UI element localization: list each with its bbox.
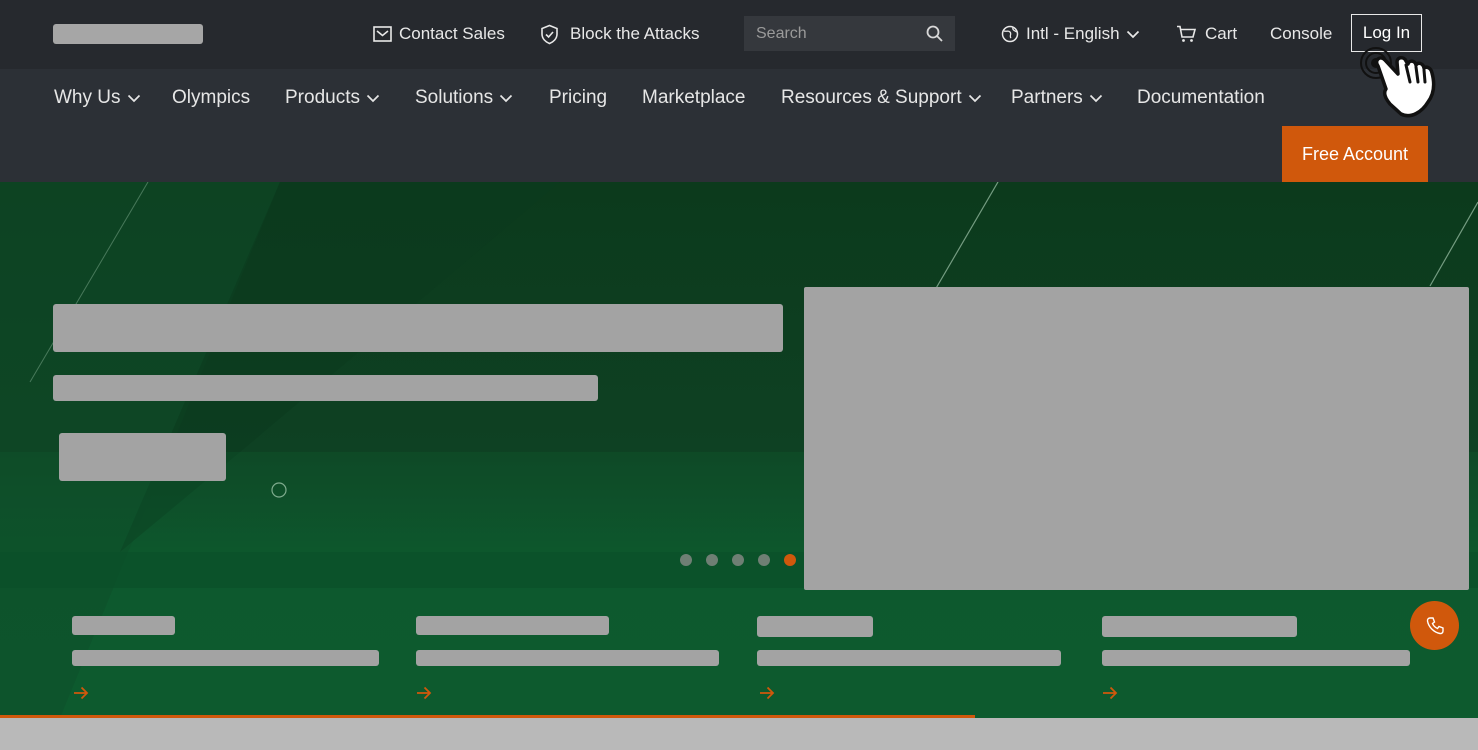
nav-item-label: Solutions (415, 87, 494, 108)
chevron-down-icon (968, 94, 981, 102)
hero-subtitle-placeholder (53, 375, 598, 401)
chevron-down-icon (366, 94, 380, 102)
nav-item-label: Resources & Support (781, 87, 962, 108)
arrow-right-icon[interactable] (1102, 686, 1118, 700)
carousel-dot-active[interactable] (784, 554, 796, 566)
nav-item-pricing[interactable]: Pricing (549, 86, 607, 110)
phone-icon (1426, 616, 1444, 634)
chevron-down-icon (1089, 94, 1102, 102)
hero-image-placeholder (804, 287, 1469, 590)
nav-item-label: Products (285, 87, 360, 108)
hero-title-placeholder (53, 304, 783, 352)
nav-item-label: Marketplace (642, 87, 746, 108)
feature-card-text-placeholder (72, 650, 379, 666)
nav-item-label: Partners (1011, 87, 1083, 108)
nav-item-partners[interactable]: Partners (1011, 86, 1103, 110)
carousel-dot[interactable] (680, 554, 692, 566)
contact-sales-label: Contact Sales (399, 24, 505, 43)
chevron-down-icon (1126, 30, 1139, 38)
search-icon[interactable] (926, 25, 943, 42)
nav-item-why-us[interactable]: Why Us (54, 86, 141, 110)
nav-item-products[interactable]: Products (285, 86, 380, 110)
console-label: Console (1270, 24, 1333, 43)
cart-label: Cart (1205, 24, 1238, 43)
feature-card-title-placeholder (757, 616, 873, 637)
site-logo[interactable] (53, 24, 203, 44)
shield-check-icon (541, 24, 558, 44)
carousel-dot[interactable] (706, 554, 718, 566)
feature-card-title-placeholder (416, 616, 609, 635)
next-section-strip (0, 718, 1478, 750)
hand-pointer-icon (1360, 47, 1436, 118)
cart-link[interactable]: Cart (1176, 22, 1237, 46)
carousel-dot[interactable] (758, 554, 770, 566)
hero-cta-placeholder[interactable] (59, 433, 226, 481)
feature-card-text-placeholder (416, 650, 719, 666)
cart-icon (1177, 25, 1196, 42)
nav-item-label: Olympics (172, 87, 251, 108)
nav-item-marketplace[interactable]: Marketplace (642, 86, 746, 110)
carousel-dots (680, 554, 796, 566)
search-input[interactable]: Search (756, 25, 926, 43)
feature-card-title-placeholder (72, 616, 175, 635)
nav-item-label: Pricing (549, 87, 608, 108)
block-attacks-label: Block the Attacks (570, 24, 700, 43)
contact-sales-link[interactable]: Contact Sales (373, 22, 505, 46)
nav-item-olympics[interactable]: Olympics (172, 86, 250, 110)
block-attacks-link[interactable]: Block the Attacks (540, 22, 699, 46)
feature-card-title-placeholder (1102, 616, 1297, 637)
mail-icon (373, 25, 392, 42)
nav-item-documentation[interactable]: Documentation (1137, 86, 1265, 110)
console-link[interactable]: Console (1270, 22, 1332, 46)
arrow-right-icon[interactable] (73, 686, 89, 700)
feature-card-text-placeholder (757, 650, 1061, 666)
chevron-down-icon (127, 94, 140, 102)
top-bar: Contact Sales Block the Attacks Search I… (0, 0, 1478, 69)
feature-card-text-placeholder (1102, 650, 1410, 666)
nav-item-label: Documentation (1137, 87, 1265, 108)
language-label: Intl - English (1026, 24, 1120, 43)
language-selector[interactable]: Intl - English (1001, 22, 1140, 46)
search-box[interactable]: Search (744, 16, 955, 51)
chevron-down-icon (500, 94, 513, 102)
nav-item-label: Why Us (54, 87, 121, 108)
arrow-right-icon[interactable] (759, 686, 775, 700)
globe-icon (1001, 25, 1019, 43)
arrow-right-icon[interactable] (416, 686, 432, 700)
nav-item-resources-support[interactable]: Resources & Support (781, 86, 982, 110)
free-account-button[interactable]: Free Account (1282, 126, 1428, 182)
carousel-dot[interactable] (732, 554, 744, 566)
call-button[interactable] (1410, 601, 1459, 650)
nav-item-solutions[interactable]: Solutions (415, 86, 513, 110)
